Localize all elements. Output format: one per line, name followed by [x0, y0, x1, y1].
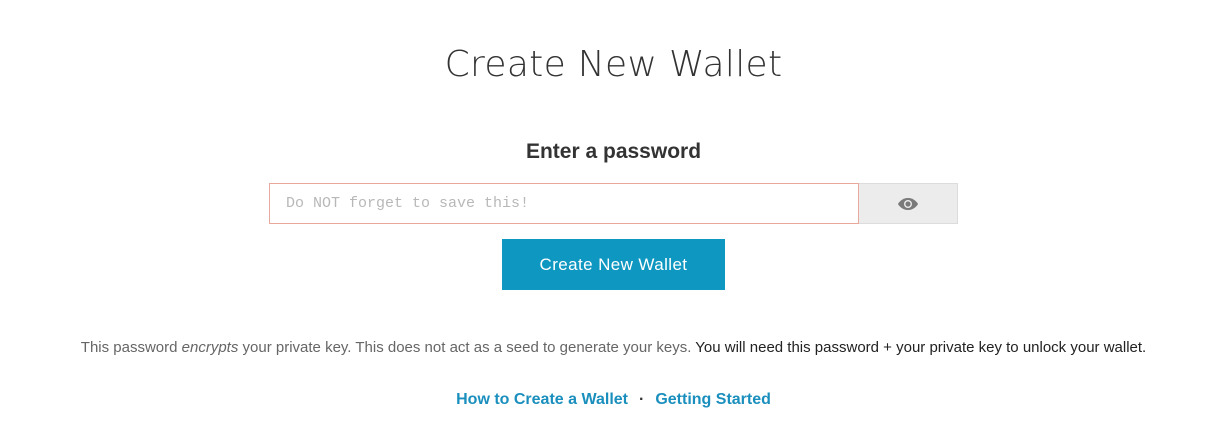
info-text-part1: This password [80, 339, 182, 356]
show-password-button[interactable] [859, 183, 958, 224]
info-text-emphasis: encrypts [181, 339, 239, 356]
password-heading: Enter a password [525, 140, 702, 163]
create-wallet-button[interactable]: Create New Wallet [502, 239, 725, 290]
info-text-part2: your private key. This does not act as a… [238, 339, 696, 356]
eye-icon [898, 197, 918, 210]
password-input[interactable] [269, 183, 859, 224]
password-input-group [269, 183, 958, 224]
info-text-warning: You will need this password + your priva… [695, 339, 1147, 356]
page-title: Create New Wallet [444, 44, 783, 85]
link-separator: · [639, 391, 645, 408]
password-info-text: This password encrypts your private key.… [0, 339, 1227, 356]
getting-started-link[interactable]: Getting Started [655, 391, 771, 408]
how-to-create-wallet-link[interactable]: How to Create a Wallet [456, 391, 628, 408]
help-links: How to Create a Wallet · Getting Started [0, 391, 1227, 409]
